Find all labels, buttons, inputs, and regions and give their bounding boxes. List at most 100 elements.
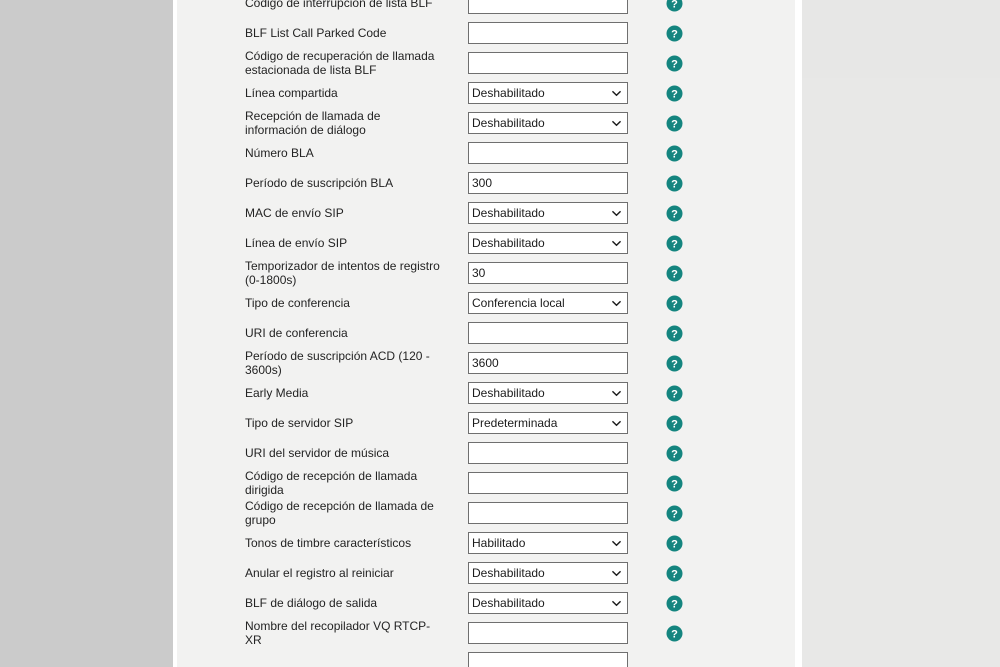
field-select[interactable]: DeshabilitadoHabilitado (468, 202, 628, 224)
field-label: Tipo de conferencia (245, 296, 350, 310)
field-select[interactable]: PredeterminadaBroadSoft (468, 412, 628, 434)
field-container (468, 442, 628, 464)
form-row: Código de recepción de llamada dirigida? (177, 468, 795, 498)
svg-text:?: ? (671, 328, 678, 340)
field-select[interactable]: DeshabilitadoHabilitado (468, 562, 628, 584)
help-circle-icon[interactable]: ? (666, 55, 683, 72)
svg-text:?: ? (671, 148, 678, 160)
field-label (245, 648, 441, 667)
field-container (468, 0, 628, 14)
select-wrapper: PredeterminadaBroadSoft (468, 412, 628, 434)
help-circle-icon[interactable]: ? (666, 145, 683, 162)
help-circle-icon[interactable]: ? (666, 295, 683, 312)
help-circle-icon[interactable]: ? (666, 445, 683, 462)
field-label: BLF de diálogo de salida (245, 596, 378, 610)
help-circle-icon[interactable]: ? (666, 625, 683, 642)
page-root: Código de interrupción de lista BLF? BLF … (0, 0, 1000, 667)
field-select[interactable]: DeshabilitadoHabilitado (468, 592, 628, 614)
form-row: URI de conferencia? (177, 318, 795, 348)
form-row: MAC de envío SIP DeshabilitadoHabilitado? (177, 198, 795, 228)
help-circle-icon[interactable]: ? (666, 205, 683, 222)
field-label: Nombre del recopilador VQ RTCP-XR (245, 619, 431, 647)
form-row: Anular el registro al reiniciar Deshabili… (177, 558, 795, 588)
help-circle-icon[interactable]: ? (666, 235, 683, 252)
field-select[interactable]: HabilitadoDeshabilitado (468, 532, 628, 554)
field-select[interactable]: DeshabilitadoHabilitado (468, 382, 628, 404)
field-container: DeshabilitadoHabilitado (468, 232, 628, 254)
field-select[interactable]: DeshabilitadoHabilitado (468, 112, 628, 134)
field-text-input[interactable] (468, 472, 628, 494)
svg-text:?: ? (671, 268, 678, 280)
help-circle-icon[interactable]: ? (666, 25, 683, 42)
field-container (468, 622, 628, 644)
field-text-input[interactable] (468, 262, 628, 284)
svg-text:?: ? (671, 118, 678, 130)
help-circle-icon[interactable]: ? (666, 595, 683, 612)
field-text-input[interactable] (468, 172, 628, 194)
field-select[interactable]: DeshabilitadoHabilitado (468, 82, 628, 104)
help-circle-icon[interactable]: ? (666, 415, 683, 432)
svg-text:?: ? (671, 238, 678, 250)
field-container (468, 502, 628, 524)
field-container (468, 262, 628, 284)
field-label: URI de conferencia (245, 326, 348, 340)
help-circle-icon[interactable]: ? (666, 175, 683, 192)
svg-text:?: ? (671, 0, 678, 10)
help-circle-icon[interactable]: ? (666, 475, 683, 492)
field-label: Línea de envío SIP (245, 236, 348, 250)
svg-text:?: ? (671, 298, 678, 310)
form-row: Nombre del recopilador VQ RTCP-XR? (177, 618, 795, 648)
svg-text:?: ? (671, 538, 678, 550)
select-wrapper: Conferencia localConferencia de red (468, 292, 628, 314)
right-side-panel-header (802, 0, 1000, 78)
help-circle-icon[interactable]: ? (666, 505, 683, 522)
field-text-input[interactable] (468, 142, 628, 164)
left-sidebar-panel (0, 0, 173, 667)
help-circle-icon[interactable]: ? (666, 265, 683, 282)
svg-text:?: ? (671, 628, 678, 640)
field-text-input[interactable] (468, 322, 628, 344)
form-row: URI del servidor de música? (177, 438, 795, 468)
field-label: Recepción de llamada de información de d… (245, 109, 381, 137)
right-side-panel (802, 0, 1000, 667)
field-label: Período de suscripción BLA (245, 176, 394, 190)
field-label: Código de recuperación de llamada estaci… (245, 49, 435, 77)
field-text-input[interactable] (468, 442, 628, 464)
field-label: Código de interrupción de lista BLF (245, 0, 433, 10)
field-text-input[interactable] (468, 622, 628, 644)
field-text-input[interactable] (468, 0, 628, 14)
field-text-input[interactable] (468, 22, 628, 44)
field-container: DeshabilitadoHabilitado (468, 382, 628, 404)
form-row: Número BLA? (177, 138, 795, 168)
field-container (468, 142, 628, 164)
help-circle-icon[interactable]: ? (666, 115, 683, 132)
field-container: DeshabilitadoHabilitado (468, 112, 628, 134)
form-row: Período de suscripción ACD (120 - 3600s)… (177, 348, 795, 378)
help-circle-icon[interactable]: ? (666, 565, 683, 582)
help-circle-icon[interactable]: ? (666, 325, 683, 342)
svg-text:?: ? (671, 568, 678, 580)
select-wrapper: DeshabilitadoHabilitado (468, 202, 628, 224)
form-row: Tipo de servidor SIP PredeterminadaBroadS… (177, 408, 795, 438)
field-label: MAC de envío SIP (245, 206, 344, 220)
help-circle-icon[interactable]: ? (666, 385, 683, 402)
field-select[interactable]: Conferencia localConferencia de red (468, 292, 628, 314)
field-container: PredeterminadaBroadSoft (468, 412, 628, 434)
select-wrapper: DeshabilitadoHabilitado (468, 382, 628, 404)
help-circle-icon[interactable]: ? (666, 535, 683, 552)
help-circle-icon[interactable]: ? (666, 0, 683, 12)
help-circle-icon[interactable]: ? (666, 355, 683, 372)
field-text-input[interactable] (468, 502, 628, 524)
help-circle-icon[interactable]: ? (666, 85, 683, 102)
svg-text:?: ? (671, 448, 678, 460)
svg-text:?: ? (671, 478, 678, 490)
svg-text:?: ? (671, 418, 678, 430)
field-select[interactable]: DeshabilitadoHabilitado (468, 232, 628, 254)
svg-text:?: ? (671, 58, 678, 70)
field-label: Temporizador de intentos de registro (0-… (245, 259, 440, 287)
form-row: Tonos de timbre característicos Habilitad… (177, 528, 795, 558)
field-text-input[interactable] (468, 52, 628, 74)
field-text-input[interactable] (468, 352, 628, 374)
field-text-input[interactable] (468, 652, 628, 667)
field-container (468, 52, 628, 74)
